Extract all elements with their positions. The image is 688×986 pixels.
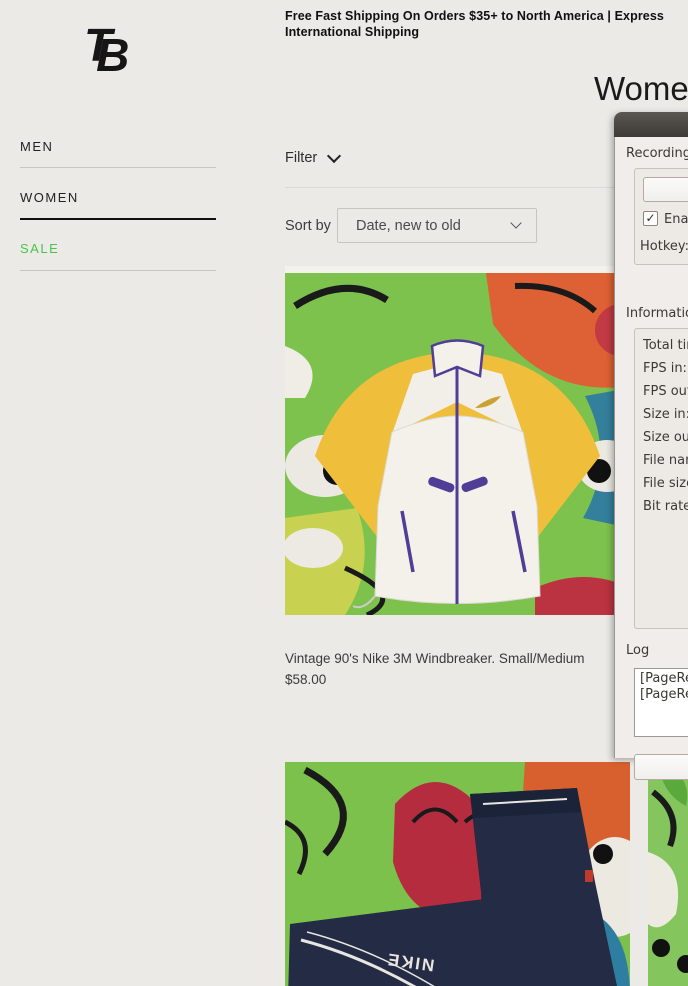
product-image-windbreaker[interactable] [285,266,630,615]
info-size-in-label: Size in: [643,407,688,422]
sort-selected-value: Date, new to old [356,218,461,234]
enable-hotkey-checkbox[interactable]: ✓ [643,211,658,226]
divider [20,167,216,168]
sidebar-item-men[interactable]: MEN [20,139,53,154]
log-section-label: Log [626,643,649,658]
filter-toggle[interactable]: Filter [285,150,339,166]
divider [20,270,216,271]
windbreaker-photo-illustration [285,266,630,615]
page-title: Women [594,70,688,108]
sidebar-item-women[interactable]: WOMEN [20,190,79,205]
page: TB MEN WOMEN SALE Free Fast Shipping On … [0,0,688,986]
log-line: [PageRecord [640,671,688,687]
information-section-label: Information [626,306,688,321]
sort-by-label: Sort by [285,218,331,234]
log-listbox[interactable]: [PageRecord [PageRecord [634,668,688,737]
dialog-bottom-button[interactable] [634,754,688,780]
track-pants-photo-illustration: NIKE [285,762,630,986]
info-file-name-label: File name: [643,453,688,468]
information-groupbox: Total time: FPS in: FPS out: Size in: Si… [634,328,688,629]
info-total-time-label: Total time: [643,338,688,353]
log-line: [PageRecord [640,687,688,703]
product-image-track-pants[interactable]: NIKE [285,762,630,986]
product-price: $58.00 [285,669,630,690]
window-titlebar[interactable] [614,112,688,137]
start-recording-button[interactable] [643,177,688,202]
recorder-window: Recording ✓ Enable recording hotkey Hotk… [614,112,688,758]
shipping-banner-line2: International Shipping [285,24,688,40]
chevron-down-icon [327,148,341,162]
hotkey-label: Hotkey: [640,239,688,254]
product-image-next-column[interactable] [648,762,688,986]
logo-letter-b: B [96,32,127,78]
info-bit-rate-label: Bit rate: [643,499,688,514]
shipping-banner: Free Fast Shipping On Orders $35+ to Nor… [285,8,688,40]
recorder-window-body: Recording ✓ Enable recording hotkey Hotk… [614,137,688,758]
recording-groupbox: ✓ Enable recording hotkey Hotkey: [634,168,688,265]
shop-logo[interactable]: TB [84,22,127,68]
next-product-photo-illustration [648,762,688,986]
shipping-banner-line1: Free Fast Shipping On Orders $35+ to Nor… [285,8,688,24]
product-title[interactable]: Vintage 90's Nike 3M Windbreaker. Small/… [285,648,630,669]
info-file-size-label: File size: [643,476,688,491]
recording-section-label: Recording [626,146,688,161]
info-fps-out-label: FPS out: [643,384,688,399]
filter-label: Filter [285,150,317,166]
info-fps-in-label: FPS in: [643,361,687,376]
sort-select[interactable]: Date, new to old [337,208,537,243]
active-divider [20,218,216,220]
product-card-windbreaker[interactable]: Vintage 90's Nike 3M Windbreaker. Small/… [285,648,630,690]
sidebar-item-sale[interactable]: SALE [20,241,59,256]
enable-hotkey-label: Enable recording hotkey [664,212,688,227]
info-size-out-label: Size out: [643,430,688,445]
chevron-down-icon [510,217,521,228]
